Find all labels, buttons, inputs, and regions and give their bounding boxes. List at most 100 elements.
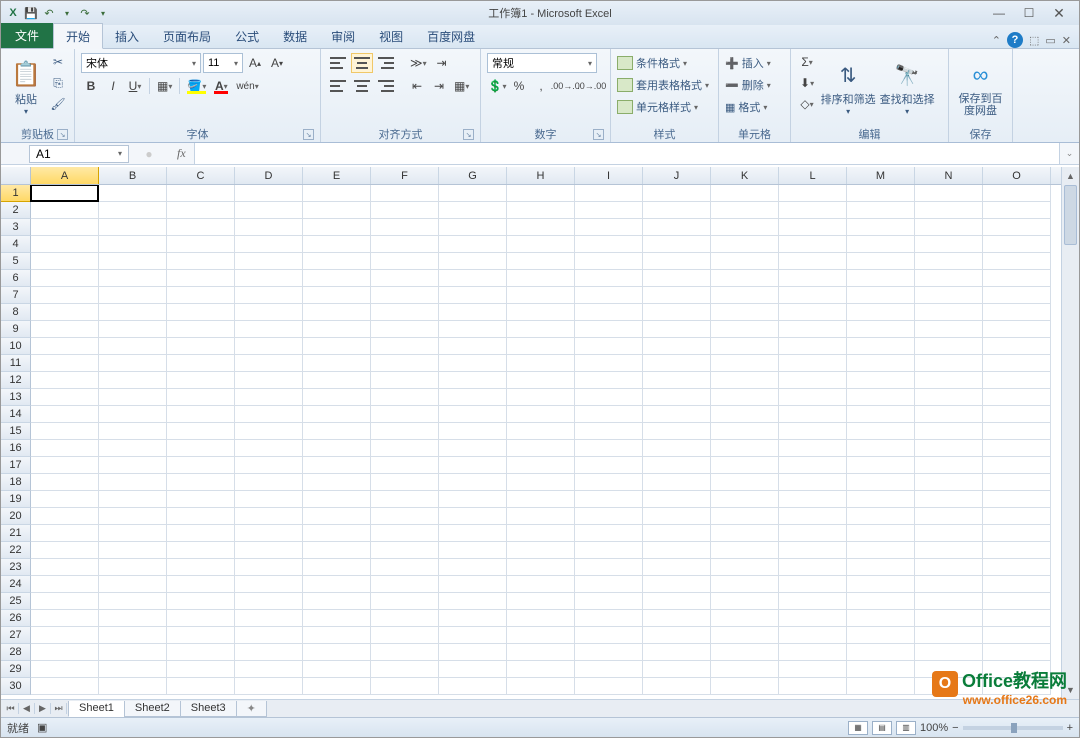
- cell[interactable]: [711, 440, 779, 457]
- cell[interactable]: [167, 508, 235, 525]
- cell[interactable]: [99, 304, 167, 321]
- cell[interactable]: [915, 236, 983, 253]
- cell[interactable]: [915, 508, 983, 525]
- cell[interactable]: [167, 202, 235, 219]
- cell[interactable]: [371, 202, 439, 219]
- cell[interactable]: [711, 678, 779, 695]
- row-header[interactable]: 19: [1, 491, 31, 508]
- cell[interactable]: [575, 321, 643, 338]
- cell[interactable]: [983, 355, 1051, 372]
- row-header[interactable]: 20: [1, 508, 31, 525]
- cell[interactable]: [371, 644, 439, 661]
- cell[interactable]: [643, 678, 711, 695]
- cell[interactable]: [371, 355, 439, 372]
- autosum-button[interactable]: Σ▾: [797, 52, 817, 72]
- zoom-in-button[interactable]: +: [1067, 722, 1073, 734]
- cell[interactable]: [31, 338, 99, 355]
- cell[interactable]: [983, 202, 1051, 219]
- cell[interactable]: [31, 491, 99, 508]
- cell[interactable]: [847, 406, 915, 423]
- cell[interactable]: [983, 253, 1051, 270]
- cell[interactable]: [439, 372, 507, 389]
- cell[interactable]: [167, 644, 235, 661]
- underline-button[interactable]: U▾: [125, 76, 145, 96]
- cell[interactable]: [847, 423, 915, 440]
- cell[interactable]: [371, 287, 439, 304]
- cell[interactable]: [983, 185, 1051, 202]
- cell[interactable]: [507, 304, 575, 321]
- italic-button[interactable]: I: [103, 76, 123, 96]
- horizontal-scrollbar[interactable]: [273, 700, 1079, 717]
- cell[interactable]: [439, 270, 507, 287]
- cell[interactable]: [507, 593, 575, 610]
- cell[interactable]: [643, 457, 711, 474]
- cell[interactable]: [507, 491, 575, 508]
- cell[interactable]: [303, 678, 371, 695]
- cell[interactable]: [507, 678, 575, 695]
- cell[interactable]: [303, 423, 371, 440]
- cell[interactable]: [235, 678, 303, 695]
- cell[interactable]: [915, 440, 983, 457]
- col-header-A[interactable]: A: [31, 167, 99, 184]
- cell[interactable]: [31, 457, 99, 474]
- cell[interactable]: [31, 440, 99, 457]
- fx-icon[interactable]: fx: [169, 146, 194, 161]
- cell[interactable]: [711, 389, 779, 406]
- cell[interactable]: [99, 423, 167, 440]
- cell[interactable]: [31, 508, 99, 525]
- cell[interactable]: [915, 202, 983, 219]
- cell[interactable]: [31, 559, 99, 576]
- cell[interactable]: [507, 440, 575, 457]
- row-header[interactable]: 29: [1, 661, 31, 678]
- cell[interactable]: [235, 508, 303, 525]
- cell[interactable]: [235, 661, 303, 678]
- cell[interactable]: [371, 627, 439, 644]
- cell[interactable]: [575, 644, 643, 661]
- percent-button[interactable]: %: [509, 76, 529, 96]
- cell[interactable]: [847, 661, 915, 678]
- cell[interactable]: [575, 185, 643, 202]
- col-header-H[interactable]: H: [507, 167, 575, 184]
- cell[interactable]: [915, 372, 983, 389]
- cell[interactable]: [99, 474, 167, 491]
- cell[interactable]: [167, 219, 235, 236]
- cell[interactable]: [31, 627, 99, 644]
- cell[interactable]: [575, 219, 643, 236]
- cell[interactable]: [983, 491, 1051, 508]
- cell[interactable]: [711, 253, 779, 270]
- workbook-close-icon[interactable]: ✕: [1062, 34, 1071, 47]
- cell[interactable]: [31, 202, 99, 219]
- cell[interactable]: [99, 627, 167, 644]
- cell[interactable]: [371, 423, 439, 440]
- cell[interactable]: [779, 474, 847, 491]
- cell[interactable]: [711, 542, 779, 559]
- tab-file[interactable]: 文件: [1, 23, 53, 48]
- col-header-K[interactable]: K: [711, 167, 779, 184]
- tab-home[interactable]: 开始: [53, 23, 103, 49]
- cell[interactable]: [235, 253, 303, 270]
- cell[interactable]: [915, 457, 983, 474]
- cell[interactable]: [711, 576, 779, 593]
- decrease-indent-button[interactable]: ⇤: [407, 76, 427, 96]
- cell[interactable]: [779, 202, 847, 219]
- cell[interactable]: [99, 253, 167, 270]
- cell[interactable]: [643, 610, 711, 627]
- cell[interactable]: [303, 576, 371, 593]
- sheet-tab-2[interactable]: Sheet2: [124, 701, 181, 717]
- cell[interactable]: [235, 219, 303, 236]
- cell[interactable]: [643, 491, 711, 508]
- cell[interactable]: [847, 372, 915, 389]
- cell[interactable]: [983, 372, 1051, 389]
- zoom-level[interactable]: 100%: [920, 722, 948, 734]
- cell[interactable]: [983, 406, 1051, 423]
- cell[interactable]: [507, 644, 575, 661]
- cell[interactable]: [711, 338, 779, 355]
- cell[interactable]: [575, 661, 643, 678]
- cell[interactable]: [167, 576, 235, 593]
- cell[interactable]: [303, 304, 371, 321]
- col-header-L[interactable]: L: [779, 167, 847, 184]
- row-header[interactable]: 11: [1, 355, 31, 372]
- cell[interactable]: [99, 321, 167, 338]
- sheet-last-icon[interactable]: ⏭: [51, 703, 67, 714]
- cell[interactable]: [643, 304, 711, 321]
